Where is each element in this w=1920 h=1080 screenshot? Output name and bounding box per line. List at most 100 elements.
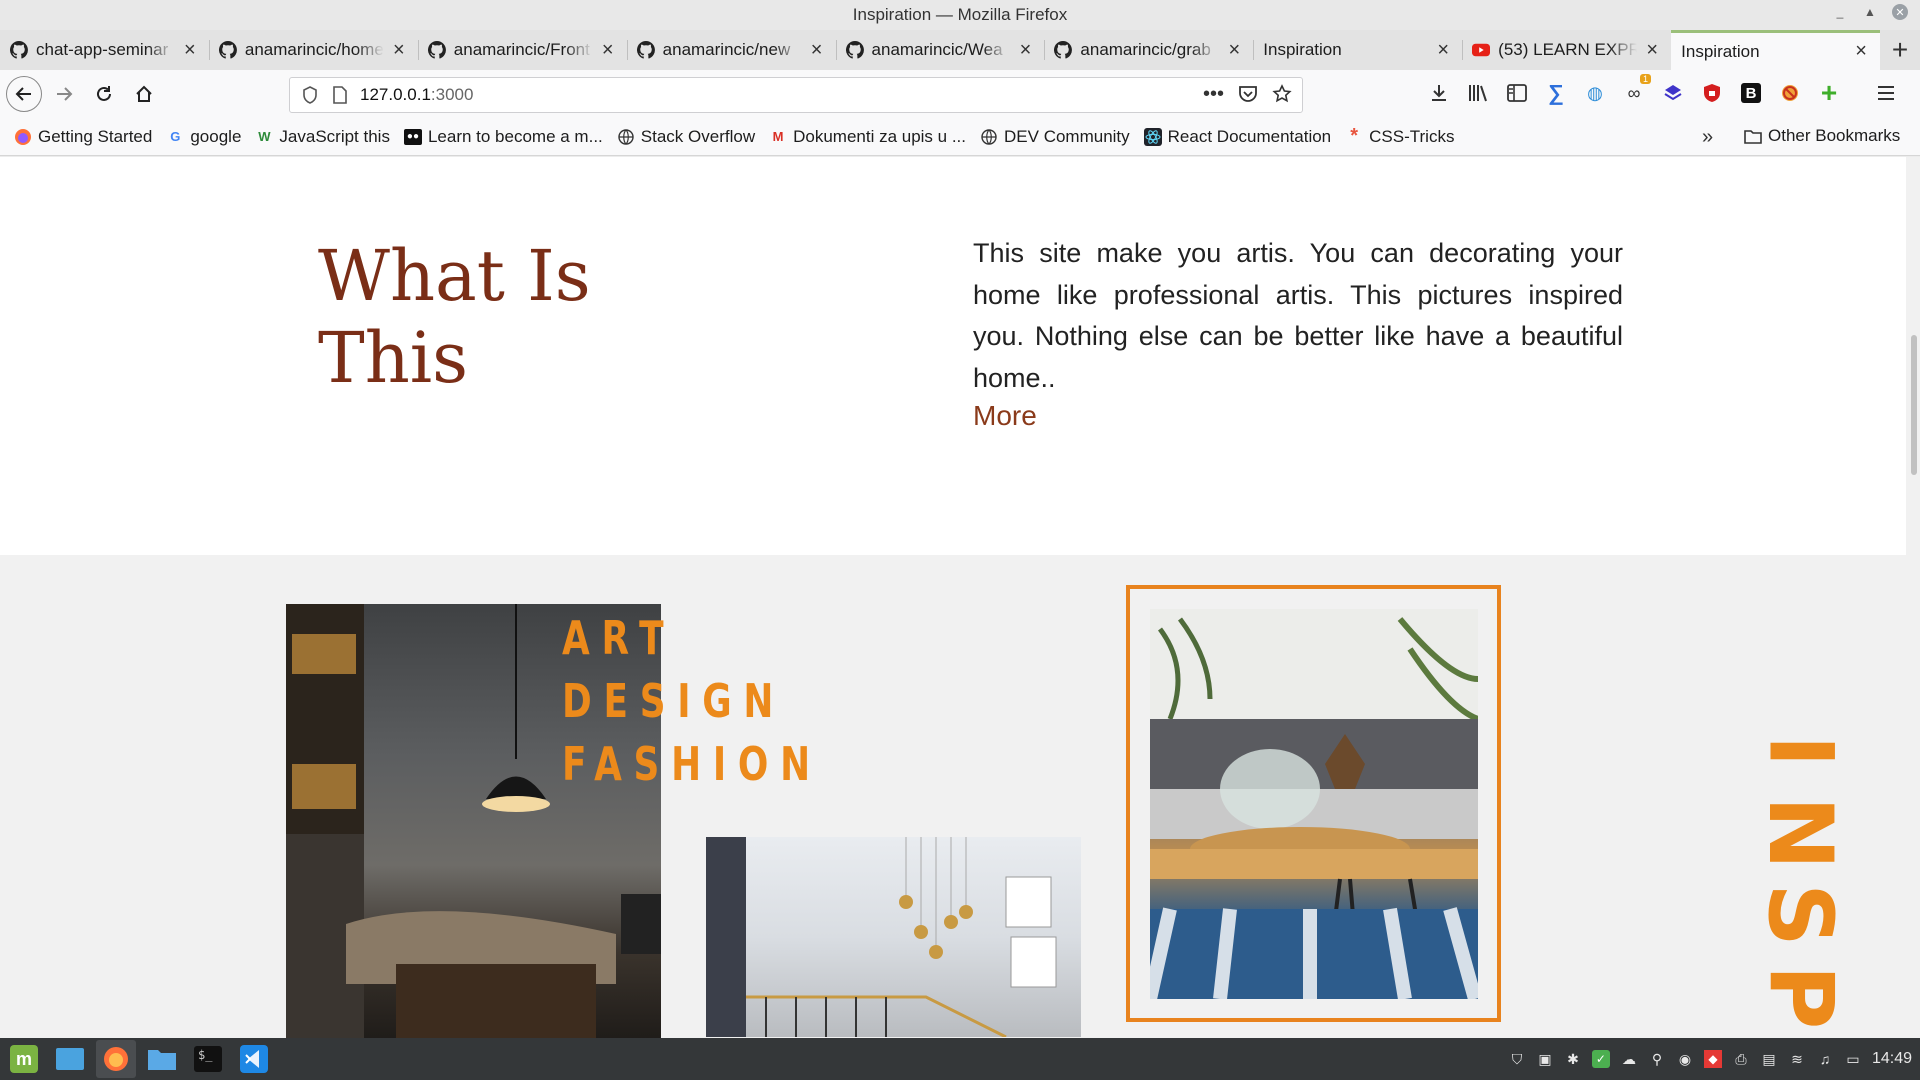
tab-label: (53) LEARN EXPR (1498, 40, 1638, 59)
layers-extension-icon[interactable] (1660, 80, 1686, 106)
ublock-icon[interactable] (1699, 80, 1725, 106)
window-titlebar: Inspiration — Mozilla Firefox _ ▲ ✕ (0, 0, 1920, 30)
wifi-tray-icon[interactable]: ≋ (1788, 1050, 1806, 1068)
library-icon[interactable] (1465, 80, 1491, 106)
location-tray-icon[interactable]: ⚲ (1648, 1050, 1666, 1068)
side-word-letter: I (1749, 734, 1852, 768)
printer-tray-icon[interactable]: ⎙ (1732, 1050, 1750, 1068)
clipboard-tray-icon[interactable]: ▣ (1536, 1050, 1554, 1068)
show-desktop-icon[interactable] (50, 1040, 90, 1078)
shield-icon[interactable] (302, 86, 318, 104)
bookmark-item[interactable]: M Dokumenti za upis u ... (769, 127, 966, 147)
url-text[interactable]: 127.0.0.1:3000 (360, 85, 473, 105)
plus-extension-icon[interactable]: + (1816, 77, 1842, 108)
volume-tray-icon[interactable]: ♫ (1816, 1050, 1834, 1068)
anydesk-tray-icon[interactable]: ◆ (1703, 1050, 1722, 1068)
firefox-taskbar-icon[interactable] (96, 1040, 136, 1078)
tab-close-icon[interactable]: × (599, 39, 617, 62)
clock[interactable]: 14:49 (1872, 1050, 1912, 1068)
maximize-button[interactable]: ▲ (1862, 4, 1878, 20)
bookmarks-overflow-icon[interactable]: » (1702, 126, 1713, 149)
home-button[interactable] (126, 76, 162, 112)
design-word: DESIGN (562, 674, 786, 728)
tab[interactable]: anamarincic/home × (208, 30, 418, 70)
what-is-this-heading: What Is This (318, 235, 591, 399)
bookmark-item[interactable]: React Documentation (1143, 126, 1332, 147)
dev-icon: ●● (403, 128, 422, 146)
nvidia-tray-icon[interactable]: ◉ (1676, 1050, 1694, 1068)
bookmark-item[interactable]: Ggoogle (166, 127, 241, 147)
url-bar[interactable]: 127.0.0.1:3000 ••• (289, 77, 1303, 113)
glasses-extension-icon[interactable]: ∞ 1 (1621, 74, 1651, 106)
page-info-icon[interactable] (332, 86, 348, 104)
sidebar-icon[interactable] (1504, 80, 1530, 106)
forward-button[interactable] (46, 76, 82, 112)
new-tab-button[interactable]: + (1880, 30, 1920, 70)
tab-close-icon[interactable]: × (808, 39, 826, 62)
bookmark-item[interactable]: DEV Community (980, 127, 1130, 147)
minimize-button[interactable]: _ (1832, 4, 1848, 20)
bookmark-item[interactable]: * CSS-Tricks (1345, 125, 1454, 147)
interior-photo-living-room (1150, 609, 1478, 999)
tab-close-icon[interactable]: × (1643, 39, 1661, 62)
menu-icon[interactable] (1873, 80, 1899, 106)
bookmark-item[interactable]: W JavaScript this (255, 127, 390, 147)
react-icon (1143, 127, 1162, 146)
vscode-taskbar-icon[interactable] (234, 1040, 274, 1078)
reload-button[interactable] (86, 76, 122, 112)
block-extension-icon[interactable] (1777, 80, 1803, 106)
tab[interactable]: chat-app-seminar × (0, 30, 209, 70)
tab-close-icon[interactable]: × (1434, 39, 1452, 62)
terminal-taskbar-icon[interactable]: $_ (188, 1040, 228, 1078)
url-host: 127.0.0.1 (360, 85, 431, 104)
tab-close-icon[interactable]: × (1225, 39, 1243, 62)
more-link[interactable]: More (973, 400, 1037, 432)
tab[interactable]: anamarincic/Front × (417, 30, 627, 70)
bookmark-label: Getting Started (38, 126, 153, 146)
downloads-icon[interactable] (1426, 80, 1452, 106)
tab-close-icon[interactable]: × (1852, 40, 1870, 63)
network-tray-icon[interactable]: ☁ (1620, 1050, 1638, 1068)
bookmark-star-icon[interactable] (1272, 84, 1292, 104)
notes-tray-icon[interactable]: ▤ (1760, 1050, 1778, 1068)
files-taskbar-icon[interactable] (142, 1040, 182, 1078)
back-button[interactable] (6, 76, 42, 112)
interior-photo-staircase (706, 837, 1081, 1037)
tab-close-icon[interactable]: × (181, 39, 199, 62)
update-tray-icon[interactable]: ✓ (1591, 1050, 1610, 1068)
tab-active[interactable]: Inspiration × (1671, 30, 1881, 70)
battery-tray-icon[interactable]: ▭ (1844, 1050, 1862, 1068)
tab-label: anamarincic/new (662, 40, 791, 59)
mint-menu-icon[interactable]: m (4, 1040, 44, 1078)
tab[interactable]: anamarincic/new × (626, 30, 836, 70)
bookmark-item[interactable]: Getting Started (14, 127, 152, 147)
side-word-letter: N (1749, 796, 1852, 870)
bookmark-label: React Documentation (1167, 126, 1332, 146)
github-icon (1054, 41, 1073, 59)
bookmark-label: JavaScript this (279, 126, 390, 146)
shield-tray-icon[interactable]: ⛉ (1508, 1050, 1526, 1068)
tab[interactable]: Inspiration × (1253, 30, 1462, 70)
page-scrollbar[interactable] (1906, 157, 1920, 1038)
globe-extension-icon[interactable]: ◍ (1582, 80, 1608, 106)
tab-close-icon[interactable]: × (1016, 39, 1034, 62)
scrollbar-thumb[interactable] (1911, 335, 1917, 475)
tab-close-icon[interactable]: × (390, 39, 408, 62)
tab[interactable]: anamarincic/Wea × (835, 30, 1045, 70)
sigma-extension-icon[interactable]: ∑ (1543, 80, 1569, 106)
page-actions-icon[interactable]: ••• (1203, 84, 1224, 104)
tab-label: chat-app-seminar (36, 40, 169, 59)
firefox-icon (14, 128, 32, 146)
tab[interactable]: (53) LEARN EXPR × (1462, 30, 1671, 70)
tab[interactable]: anamarincic/grab × (1044, 30, 1253, 70)
close-window-button[interactable]: ✕ (1892, 4, 1908, 20)
github-icon (636, 41, 655, 59)
bookmark-item[interactable]: ●● Learn to become a m... (403, 127, 603, 147)
bookmark-item[interactable]: Stack Overflow (617, 127, 755, 147)
bluetooth-tray-icon[interactable]: ✱ (1564, 1050, 1582, 1068)
bold-extension-icon[interactable]: B (1738, 80, 1764, 106)
globe-icon (980, 128, 998, 146)
other-bookmarks[interactable]: Other Bookmarks (1744, 126, 1900, 146)
tab-label: anamarincic/Wea (871, 40, 1003, 59)
pocket-icon[interactable] (1238, 84, 1258, 104)
